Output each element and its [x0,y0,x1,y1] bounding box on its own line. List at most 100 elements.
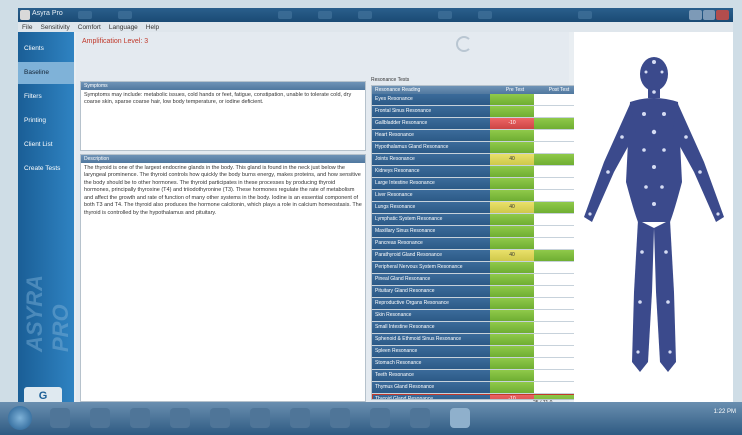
toolbar-shortcut-icon[interactable] [358,11,372,19]
table-row[interactable]: Kidneys Resonance [372,166,584,178]
resonance-name: Thyroid Gland Resonance [372,394,490,399]
toolbar-shortcut-icon[interactable] [318,11,332,19]
resonance-name: Peripheral Nervous System Resonance [372,262,490,273]
maximize-button[interactable] [702,10,716,20]
table-row[interactable]: Thymus Gland Resonance [372,382,584,394]
table-row[interactable]: Hypothalamus Gland Resonance [372,142,584,154]
pre-test-cell: -10 [490,118,534,129]
col-pre-test[interactable]: Pre Test [493,86,537,94]
pre-test-cell [490,178,534,189]
table-row[interactable]: Large Intestine Resonance [372,178,584,190]
symptoms-panel: Symptoms Symptoms may include: metabolic… [80,81,366,151]
resonance-title: Resonance Tests [371,77,410,83]
post-test-cell [534,214,578,225]
pre-test-cell: 40 [490,202,534,213]
resonance-name: Maxillary Sinus Resonance [372,226,490,237]
table-row[interactable]: Gallbladder Resonance -10 [372,118,584,130]
resonance-name: Lymphatic System Resonance [372,214,490,225]
table-row[interactable]: Frontal Sinus Resonance [372,106,584,118]
table-row[interactable]: Pancreas Resonance [372,238,584,250]
refresh-icon[interactable] [456,36,472,52]
pre-test-cell [490,286,534,297]
symptoms-heading: Symptoms [81,82,365,90]
toolbar-shortcut-icon[interactable] [478,11,492,19]
close-button[interactable] [716,10,730,20]
table-row[interactable]: Pituitary Gland Resonance [372,286,584,298]
pre-test-cell [490,310,534,321]
table-row[interactable]: Peripheral Nervous System Resonance [372,262,584,274]
resonance-name: Pituitary Gland Resonance [372,286,490,297]
post-test-cell [534,382,578,393]
app-icon[interactable] [170,408,190,428]
table-row[interactable]: Sphenoid & Ethmoid Sinus Resonance [372,334,584,346]
app-icon[interactable] [330,408,350,428]
table-row[interactable]: Liver Resonance [372,190,584,202]
description-text: The thyroid is one of the largest endocr… [84,165,362,216]
explorer-icon[interactable] [50,408,70,428]
ie-icon[interactable] [90,408,110,428]
table-row[interactable]: Teeth Resonance [372,370,584,382]
sidebar-item-printing[interactable]: Printing [18,110,74,132]
post-test-cell [534,154,578,165]
media-icon[interactable] [130,408,150,428]
app-title: Asyra Pro [32,10,63,17]
table-row[interactable]: Pineal Gland Resonance [372,274,584,286]
pre-test-cell [490,142,534,153]
pre-test-cell: 40 [490,154,534,165]
sidebar-item-filters[interactable]: Filters [18,86,74,108]
toolbar-shortcut-icon[interactable] [578,11,592,19]
app-icon[interactable] [210,408,230,428]
post-test-cell [534,358,578,369]
asyra-taskbar-icon[interactable] [450,408,470,428]
menu-file[interactable]: File [22,24,32,31]
toolbar-shortcut-icon[interactable] [118,11,132,19]
app-icon[interactable] [250,408,270,428]
pre-test-cell [490,322,534,333]
table-row[interactable]: Lungs Resonance 40 [372,202,584,214]
app-icon[interactable] [290,408,310,428]
human-body-figure[interactable] [574,32,733,410]
menu-sensitivity[interactable]: Sensitivity [40,24,69,31]
start-button[interactable] [8,406,32,430]
sidebar-item-client-list[interactable]: Client List [18,134,74,156]
app-icon[interactable] [410,408,430,428]
table-row[interactable]: Maxillary Sinus Resonance [372,226,584,238]
sidebar-item-clients[interactable]: Clients [18,38,74,60]
post-test-cell [534,322,578,333]
pre-test-cell [490,94,534,105]
resonance-name: Frontal Sinus Resonance [372,106,490,117]
window-controls [689,10,730,20]
table-row[interactable]: Spleen Resonance [372,346,584,358]
pre-test-cell [490,130,534,141]
title-bar: Asyra Pro [18,8,733,22]
pre-test-cell [490,334,534,345]
toolbar-shortcut-icon[interactable] [438,11,452,19]
table-row[interactable]: Skin Resonance [372,310,584,322]
menu-comfort[interactable]: Comfort [78,24,101,31]
table-row[interactable]: Lymphatic System Resonance [372,214,584,226]
resonance-name: Thymus Gland Resonance [372,382,490,393]
table-row[interactable]: Small Intestine Resonance [372,322,584,334]
toolbar-shortcut-icon[interactable] [278,11,292,19]
pre-test-cell [490,190,534,201]
table-row[interactable]: Heart Resonance [372,130,584,142]
menu-help[interactable]: Help [146,24,159,31]
sidebar-item-baseline[interactable]: Baseline [18,62,74,84]
resonance-name: Sphenoid & Ethmoid Sinus Resonance [372,334,490,345]
table-row[interactable]: Reproductive Organs Resonance [372,298,584,310]
post-test-cell [534,178,578,189]
table-row[interactable]: Eyes Resonance [372,94,584,106]
resonance-name: Joints Resonance [372,154,490,165]
col-resonance-reading[interactable]: Resonance Reading [372,86,493,94]
menu-language[interactable]: Language [109,24,138,31]
pre-test-cell [490,274,534,285]
sidebar-item-create-tests[interactable]: Create Tests [18,158,74,180]
description-heading: Description [81,155,365,163]
post-test-cell [534,370,578,381]
toolbar-shortcut-icon[interactable] [78,11,92,19]
table-row[interactable]: Parathyroid Gland Resonance 40 [372,250,584,262]
app-icon[interactable] [370,408,390,428]
table-row[interactable]: Stomach Resonance [372,358,584,370]
minimize-button[interactable] [689,10,702,20]
table-row[interactable]: Joints Resonance 40 [372,154,584,166]
